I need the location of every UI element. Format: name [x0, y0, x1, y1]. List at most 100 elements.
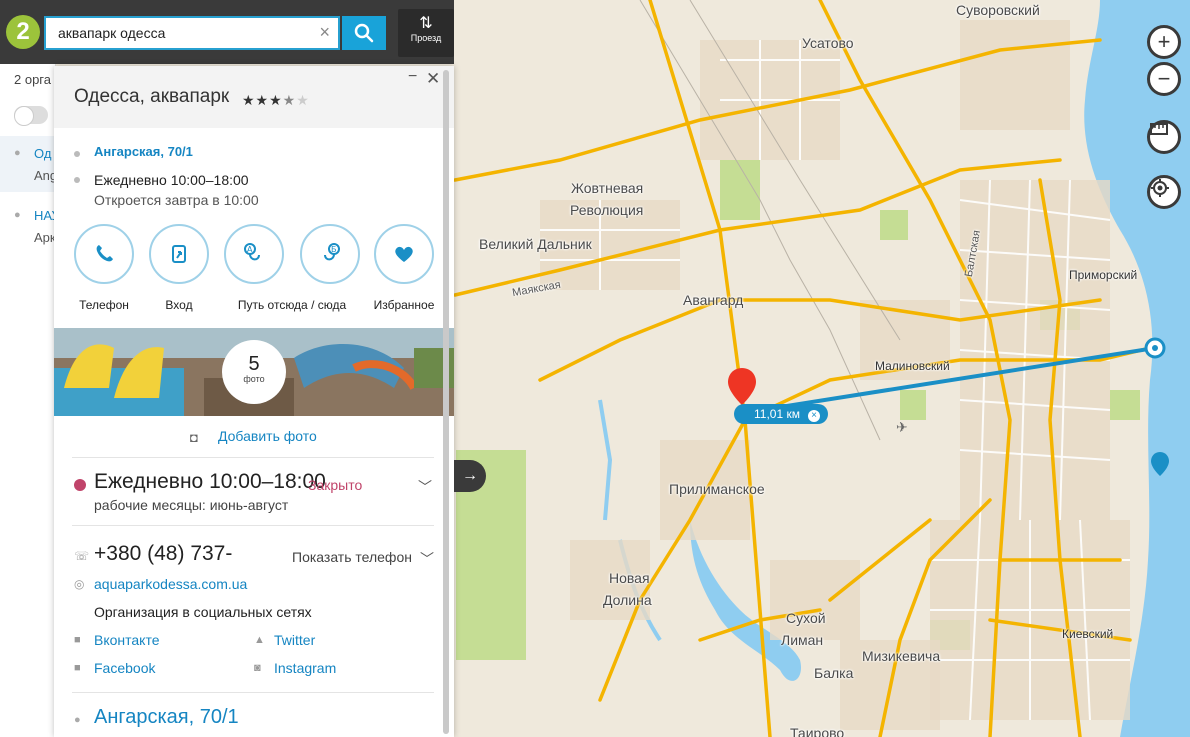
instagram-icon: ◙ [254, 662, 261, 674]
action-route[interactable]: A Б Путь отсюда / сюда [216, 224, 368, 312]
map-label-revolyutsiya: Революция [570, 202, 644, 218]
pin-icon: ● [14, 209, 21, 221]
heart-icon [374, 224, 434, 284]
route-to-icon: Б [300, 224, 360, 284]
phone-icon [74, 224, 134, 284]
locate-button[interactable] [1147, 175, 1181, 209]
route-button[interactable]: ⇅ Проезд [398, 9, 454, 57]
map-label-novaya: Новая [609, 570, 650, 586]
map-label-suvorovsky: Суворовский [956, 2, 1040, 18]
card-minimize-button[interactable]: − [408, 68, 417, 86]
action-phone-label: Телефон [79, 298, 129, 312]
action-phone[interactable]: Телефон [66, 224, 142, 312]
vk-icon: ■ [74, 634, 81, 646]
results-toggle[interactable] [14, 106, 48, 126]
clock-dot-icon [74, 177, 80, 183]
globe-icon: ◎ [74, 577, 85, 591]
scrollbar-thumb[interactable] [443, 70, 449, 734]
website-link[interactable]: aquaparkodessa.com.ua [94, 576, 247, 592]
collapse-panel-button[interactable]: → [454, 460, 486, 492]
action-entrance-label: Вход [165, 298, 193, 312]
route-distance-value: 11,01 км [754, 407, 800, 421]
list-item[interactable]: ● НАУ Арк [0, 198, 60, 254]
map-label-liman: Лиман [781, 632, 824, 648]
route-button-label: Проезд [410, 33, 442, 43]
action-entrance[interactable]: Вход [141, 224, 217, 312]
results-list: 2 орга ● Од Ang ● НАУ Арк [0, 64, 60, 737]
arrow-right-icon: → [462, 467, 478, 484]
map-label-tairovo: Таирово [790, 725, 845, 737]
map-label-mizikevicha: Мизикевича [862, 648, 941, 664]
svg-text:Б: Б [331, 245, 337, 254]
action-route-label: Путь отсюда / сюда [237, 298, 347, 312]
opens-text: Откроется завтра в 10:00 [94, 192, 259, 208]
place-card: Одесса, аквапарк ★★★★★ − ✕ Ангарская, 70… [54, 66, 454, 737]
results-count: 2 орга [14, 72, 51, 87]
address-bottom-link[interactable]: Ангарская, 70/1 [94, 706, 239, 729]
social-twitter-link[interactable]: Twitter [274, 632, 315, 648]
action-favorite[interactable]: Избранное [366, 224, 442, 312]
rating-half-star: ★ [282, 92, 297, 108]
rating-full-stars: ★★★ [242, 92, 283, 108]
svg-text:A: A [247, 245, 253, 254]
divider [72, 457, 434, 458]
map-label-sukhoy: Сухой [786, 610, 826, 626]
hours-status: Закрыто [308, 477, 363, 493]
route-icon: ⇅ [419, 15, 433, 32]
svg-text:✈: ✈ [896, 420, 908, 436]
list-item-subtitle: Арк [34, 230, 56, 245]
map-label-usatovo: Усатово [802, 35, 854, 51]
zoom-out-button[interactable]: − [1147, 62, 1181, 96]
search-box: × [44, 16, 340, 50]
social-vk-link[interactable]: Вконтакте [94, 632, 160, 648]
locate-icon [1151, 179, 1169, 197]
address-dot-icon [74, 151, 80, 157]
rating-stars: ★★★★★ [242, 92, 310, 109]
route-from-icon: A [224, 224, 284, 284]
map-label-kievsky: Киевский [1062, 627, 1114, 641]
route-distance-badge: 11,01 км × [734, 404, 828, 424]
photo-count-word: фото [243, 374, 265, 384]
list-item-title: Од [34, 146, 52, 161]
map-label-velikiy-dalnik: Великий Дальник [479, 236, 592, 252]
route-clear-button[interactable]: × [807, 410, 820, 422]
search-icon [354, 23, 374, 43]
map-label-malinovsky: Малиновский [875, 359, 950, 373]
facebook-icon: ■ [74, 662, 81, 674]
map-label-avangard: Авангард [683, 292, 744, 308]
action-favorite-label: Избранное [373, 298, 435, 312]
list-item[interactable]: ● Од Ang [0, 136, 57, 192]
map-label-primorsky: Приморский [1069, 268, 1138, 282]
chevron-down-icon[interactable]: ﹀ [420, 549, 434, 569]
search-button[interactable] [342, 16, 386, 50]
destination-pin [728, 368, 756, 405]
divider [72, 525, 434, 526]
zoom-in-button[interactable]: + [1147, 25, 1181, 59]
phone-number: +380 (48) 737- [94, 542, 233, 565]
social-heading: Организация в социальных сетях [94, 604, 312, 620]
map-label-dolina: Долина [603, 592, 652, 608]
chevron-down-icon[interactable]: ﹀ [418, 477, 432, 497]
hours-main: Ежедневно 10:00–18:00 [94, 470, 326, 493]
card-close-button[interactable]: ✕ [426, 69, 440, 89]
show-phone-button[interactable]: Показать телефон [292, 549, 412, 565]
add-photo-link[interactable]: Добавить фото [218, 428, 317, 444]
card-scrollbar[interactable] [443, 70, 449, 734]
social-instagram-link[interactable]: Instagram [274, 660, 336, 676]
map-label-balka: Балка [814, 665, 854, 681]
phone-small-icon: ☏ [74, 549, 90, 563]
ruler-button[interactable] [1147, 120, 1181, 154]
search-clear-button[interactable]: × [319, 22, 330, 43]
app-logo[interactable]: 2 [6, 15, 40, 49]
ruler-icon [1150, 123, 1168, 135]
hours-note: рабочие месяцы: июнь-август [94, 497, 289, 513]
address-link[interactable]: Ангарская, 70/1 [94, 144, 193, 159]
photo-count: 5 [248, 353, 260, 375]
social-facebook-link[interactable]: Facebook [94, 660, 155, 676]
clock-icon [74, 479, 86, 491]
search-input[interactable] [46, 18, 306, 48]
photo-count-badge[interactable]: 5 фото [222, 340, 286, 404]
divider [72, 692, 434, 693]
schedule-text: Ежедневно 10:00–18:00 [94, 172, 249, 188]
place-title: Одесса, аквапарк [74, 86, 230, 107]
